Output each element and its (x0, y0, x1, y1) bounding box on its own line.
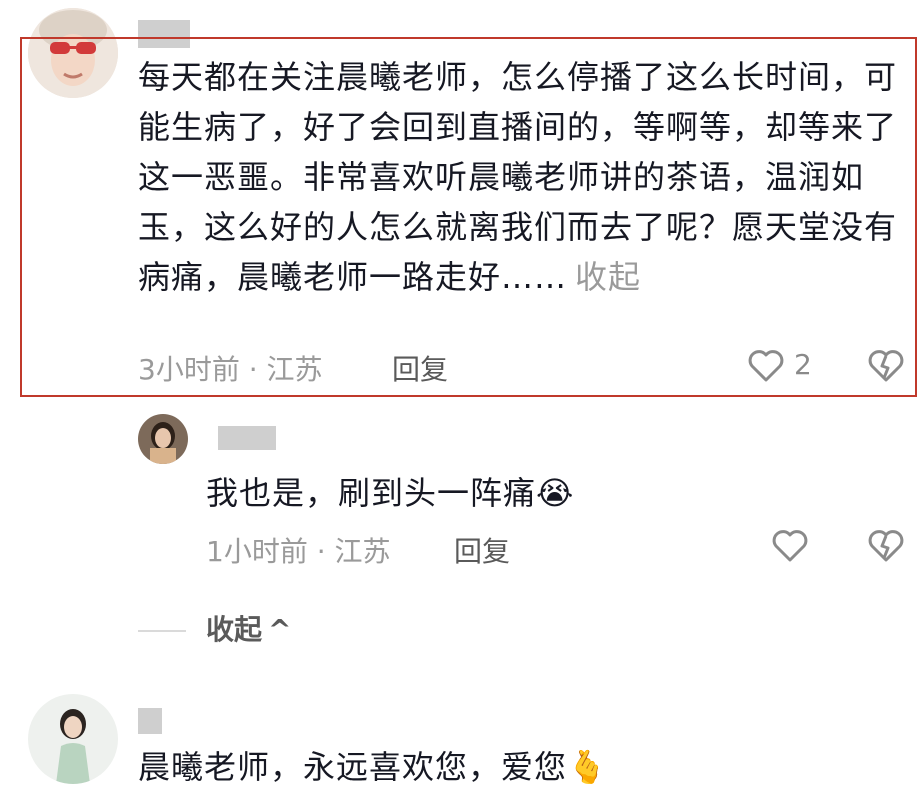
reply-broken-heart-icon[interactable] (866, 526, 906, 566)
reply-meta: 1小时前 · 江苏 (206, 535, 391, 568)
third-comment-body: 晨曦老师，永远喜欢您，爱您 (138, 748, 568, 786)
collapse-replies-label: 收起 ^ (206, 608, 291, 648)
comment-body: 每天都在关注晨曦老师，怎么停播了这么长时间，可能生病了，好了会回到直播间的，等啊… (138, 58, 898, 296)
comment-meta: 3小时前 · 江苏 (138, 353, 323, 386)
like-count: 2 (794, 348, 812, 381)
finger-heart-emoji-icon: 🫰 (567, 748, 608, 786)
reply-button[interactable]: 回复 (392, 348, 448, 388)
reply-text: 我也是，刷到头一阵痛😭 (206, 468, 574, 518)
reply-avatar[interactable] (138, 414, 188, 464)
collapse-divider (138, 630, 186, 632)
reply-body: 我也是，刷到头一阵痛 (206, 474, 537, 512)
heart-outline-icon[interactable] (746, 346, 786, 386)
chevron-up-icon: ^ (268, 613, 292, 646)
third-comment-text: 晨曦老师，永远喜欢您，爱您🫰 (138, 742, 608, 792)
crying-emoji-icon: 😭 (536, 474, 575, 512)
third-username-redacted[interactable] (138, 708, 162, 734)
reply-reply-button[interactable]: 回复 (454, 530, 510, 570)
third-avatar[interactable] (28, 694, 118, 784)
broken-heart-icon[interactable] (866, 346, 906, 386)
comment-text: 每天都在关注晨曦老师，怎么停播了这么长时间，可能生病了，好了会回到直播间的，等啊… (138, 52, 898, 302)
collapse-text-link[interactable]: 收起 (575, 258, 641, 296)
reply-heart-outline-icon[interactable] (770, 526, 810, 566)
collapse-replies-text: 收起 (206, 613, 263, 646)
reply-username-redacted[interactable] (218, 426, 276, 450)
